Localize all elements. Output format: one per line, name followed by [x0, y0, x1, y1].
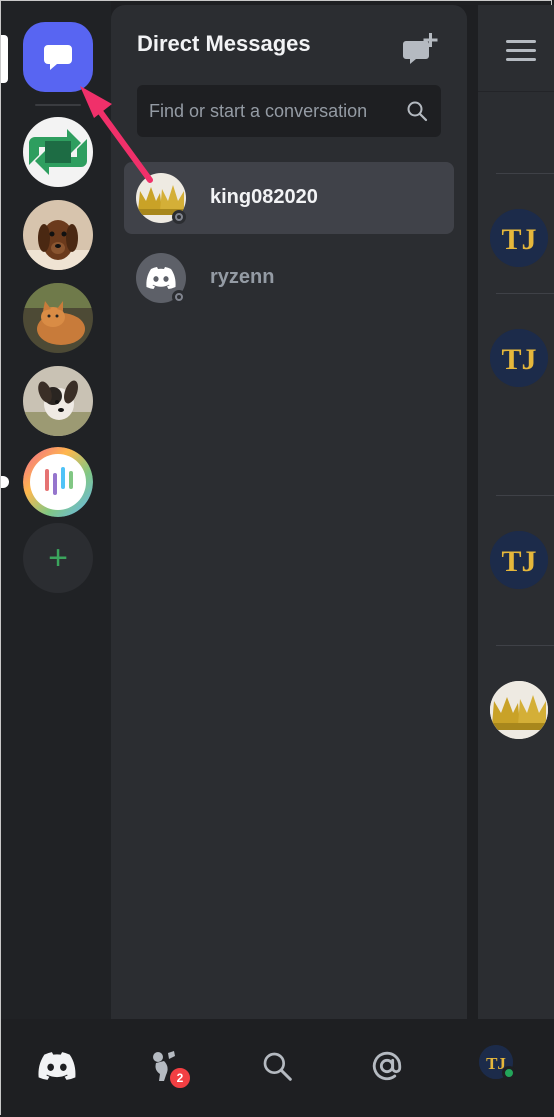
home-tab[interactable]	[32, 1043, 82, 1089]
server-icon-dachshund[interactable]	[23, 200, 93, 270]
page-title: Direct Messages	[137, 31, 311, 56]
server-icon-green[interactable]	[23, 117, 93, 187]
message-divider	[496, 495, 554, 496]
tj-avatar-icon: TJ	[490, 209, 548, 267]
tj-avatar-icon: TJ	[490, 531, 548, 589]
offline-status-icon	[172, 290, 186, 304]
selected-indicator	[1, 35, 8, 83]
discord-logo-icon	[38, 1052, 76, 1080]
svg-text:TJ: TJ	[501, 343, 536, 376]
avatar	[490, 681, 548, 739]
avatar: TJ	[490, 209, 548, 267]
tj-avatar-icon: TJ	[490, 329, 548, 387]
new-dm-button[interactable]	[401, 31, 441, 67]
dm-item-ryzenn[interactable]: ryzenn	[124, 242, 454, 314]
friends-badge: 2	[167, 1065, 193, 1091]
server-icon-cat[interactable]	[23, 283, 93, 353]
dm-name: ryzenn	[210, 266, 275, 288]
discord-logo-icon	[146, 267, 176, 289]
colorful-bars-logo-icon	[23, 447, 93, 517]
mentions-tab[interactable]	[362, 1043, 412, 1089]
add-server-button[interactable]: +	[23, 523, 93, 593]
at-sign-icon	[372, 1051, 402, 1081]
chat-bubble-icon	[44, 45, 72, 70]
search-icon	[407, 101, 428, 122]
dm-item-king082020[interactable]: king082020	[124, 162, 454, 234]
offline-status-icon	[172, 210, 186, 224]
server-icon-gradient[interactable]	[23, 447, 93, 517]
bottom-nav: 2 TJ	[1, 1019, 553, 1115]
search-input[interactable]: Find or start a conversation	[137, 85, 441, 137]
crowns-avatar-icon	[490, 681, 548, 739]
rail-separator	[35, 104, 81, 106]
search-icon	[263, 1052, 292, 1081]
svg-text:TJ: TJ	[501, 223, 536, 256]
svg-text:TJ: TJ	[501, 545, 536, 578]
server-icon-puppy[interactable]	[23, 366, 93, 436]
plus-icon: +	[48, 539, 68, 577]
avatar: TJ	[490, 329, 548, 387]
dm-name: king082020	[210, 186, 318, 208]
new-message-icon	[403, 33, 438, 64]
online-status-icon	[502, 1066, 516, 1080]
unread-indicator	[1, 476, 9, 488]
message-divider	[496, 645, 554, 646]
direct-messages-panel: Direct Messages Find or start a conversa…	[111, 5, 467, 1019]
chat-pane-partial: TJ TJ TJ	[478, 5, 554, 1019]
green-arrows-icon	[23, 117, 93, 187]
message-divider	[496, 293, 554, 294]
server-rail: +	[1, 1, 111, 1019]
hamburger-menu-icon[interactable]	[506, 40, 536, 62]
search-placeholder: Find or start a conversation	[149, 101, 368, 121]
dog-photo-icon	[23, 200, 93, 270]
search-tab[interactable]	[252, 1043, 302, 1089]
cat-photo-icon	[23, 283, 93, 353]
puppy-photo-icon	[23, 366, 93, 436]
avatar: TJ	[490, 531, 548, 589]
direct-messages-button[interactable]	[23, 22, 93, 92]
message-divider	[496, 173, 554, 174]
